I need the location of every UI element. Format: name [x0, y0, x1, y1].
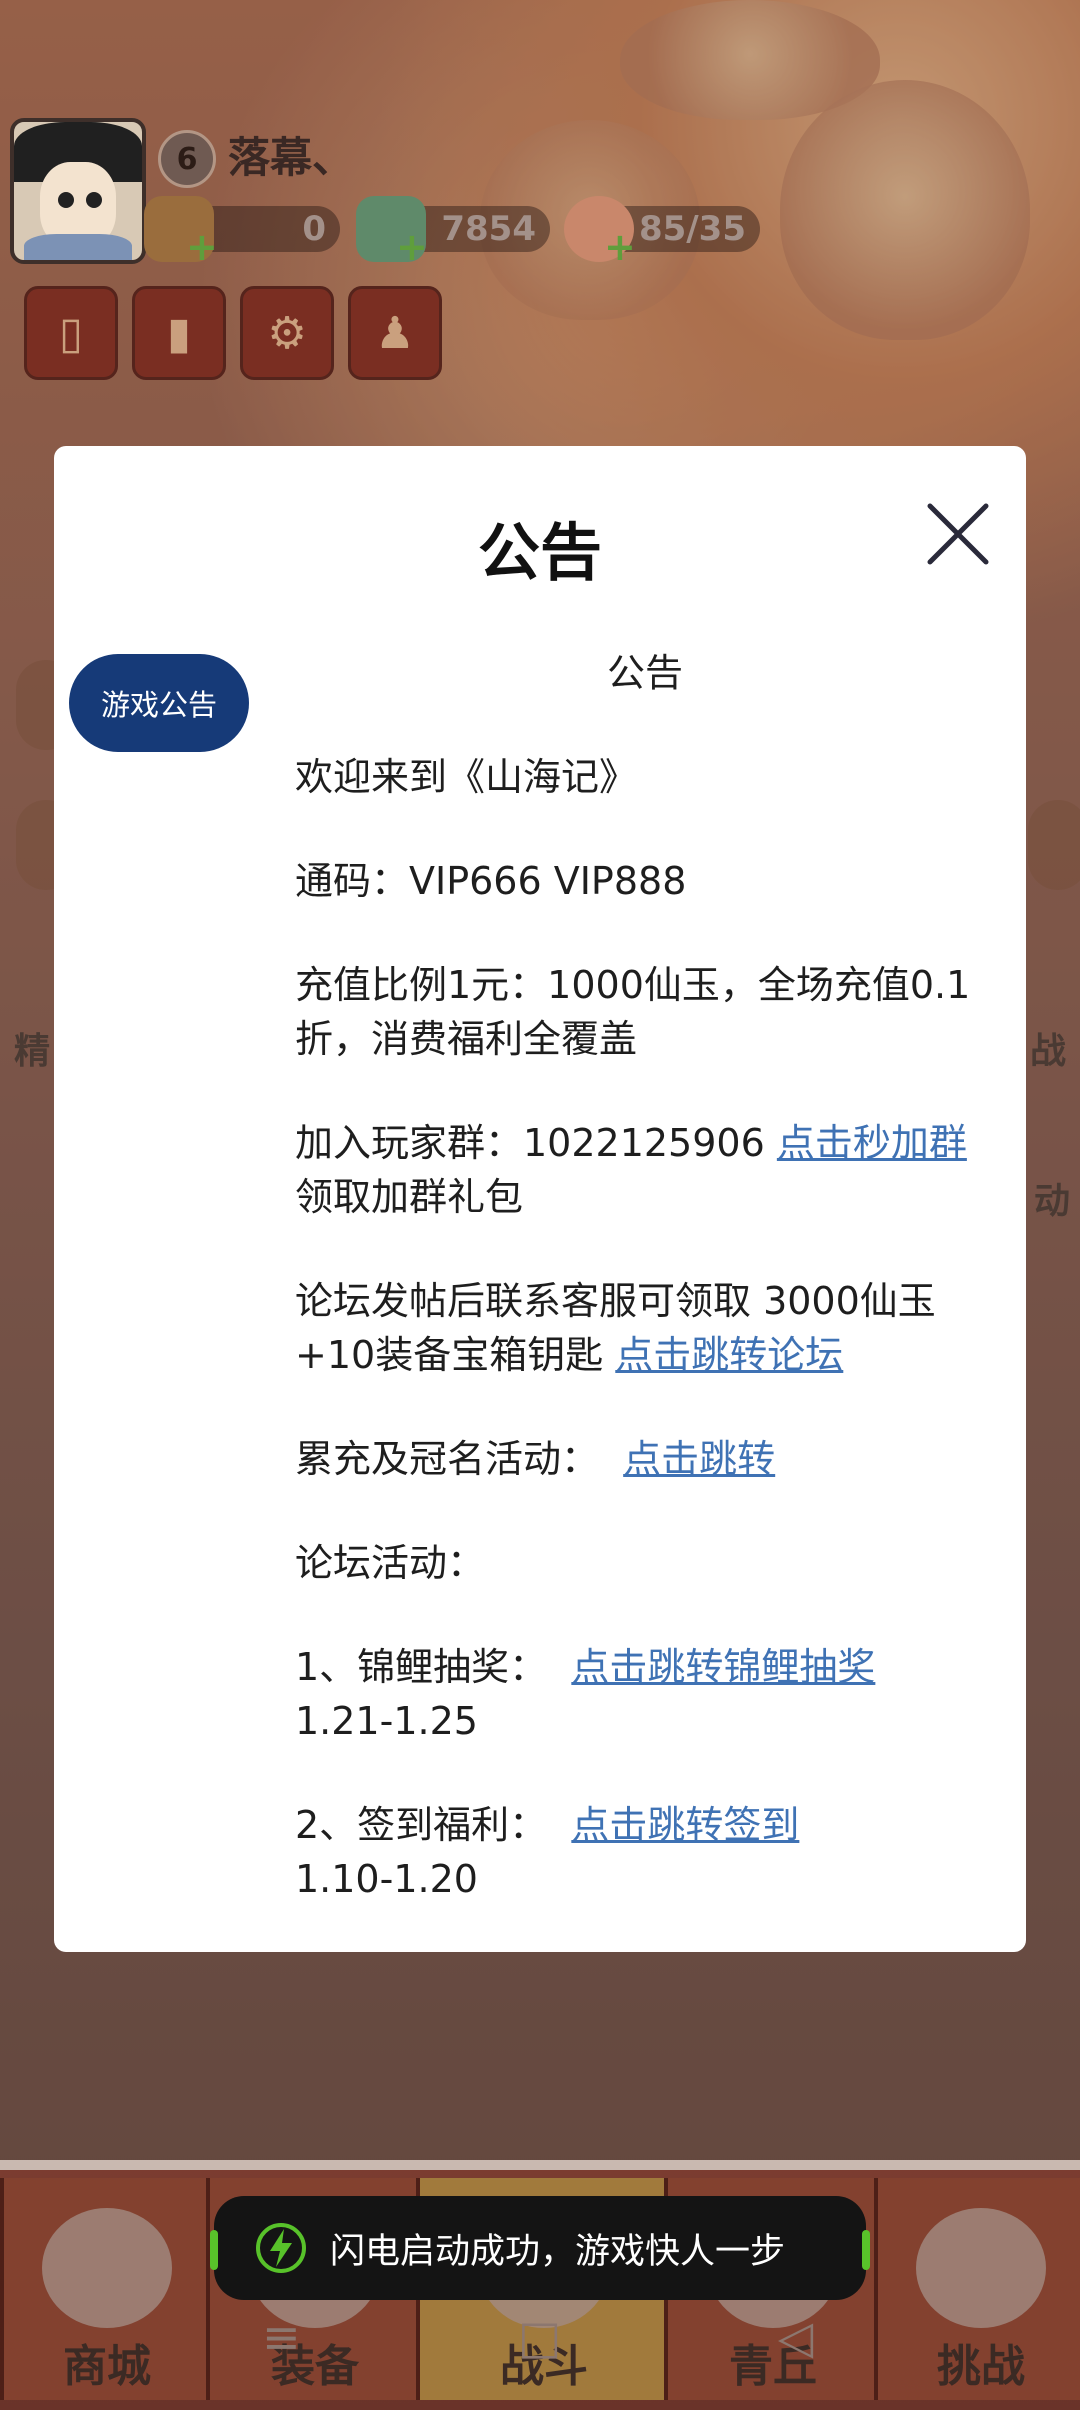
settings-button[interactable]: ⚙ — [240, 286, 334, 380]
event2-text: 2、签到福利： — [295, 1803, 572, 1847]
close-button[interactable] — [926, 502, 990, 566]
home-nav-icon[interactable]: □ — [518, 2310, 561, 2364]
forum-link[interactable]: 点击跳转论坛 — [615, 1333, 843, 1377]
forum-events-heading: 论坛活动： — [295, 1541, 486, 1585]
event1-dates: 1.21-1.25 — [295, 1699, 478, 1743]
ranking-button[interactable]: ▮ — [132, 286, 226, 380]
tab-shop[interactable]: 商城 — [0, 2178, 214, 2400]
side-event-icon[interactable] — [1028, 800, 1080, 890]
side-label[interactable]: 动 — [1034, 1172, 1070, 1224]
back-nav-icon[interactable]: ◁ — [778, 2310, 813, 2364]
forum-paragraph: 论坛发帖后联系客服可领取 3000仙玉+10装备宝箱钥匙 点击跳转论坛 — [295, 1274, 995, 1382]
recharge-text: 充值比例1元：1000仙玉，全场充值0.1折，消费福利全覆盖 — [295, 963, 971, 1061]
toast-text: 闪电启动成功，游戏快人一步 — [330, 2231, 786, 2272]
friends-button[interactable]: ♟ — [348, 286, 442, 380]
toast-accent — [210, 2230, 218, 2270]
tab-label: 挑战 — [937, 2341, 1025, 2392]
tab-label: 青丘 — [729, 2341, 817, 2392]
cumulative-link[interactable]: 点击跳转 — [623, 1437, 775, 1481]
side-label[interactable]: 战 — [1030, 1022, 1066, 1074]
group-gift-text: 领取加群礼包 — [295, 1175, 524, 1219]
event2-paragraph: 2、签到福利： 点击跳转签到 1.10-1.20 — [295, 1798, 995, 1906]
side-label[interactable]: 精 — [14, 1022, 50, 1074]
announcement-dialog: 公告 游戏公告 公告 欢迎来到《山海记》 通码：VIP666 VIP888 充值… — [54, 446, 1026, 1952]
checkin-link[interactable]: 点击跳转签到 — [571, 1803, 799, 1847]
toast-accent — [862, 2230, 870, 2270]
ranking-icon: ▮ — [166, 307, 192, 359]
event1-text: 1、锦鲤抽奖： — [295, 1645, 572, 1689]
plus-icon[interactable]: + — [604, 228, 636, 266]
tab-label: 装备 — [271, 2341, 359, 2392]
announcement-content: 公告 欢迎来到《山海记》 通码：VIP666 VIP888 充值比例1元：100… — [295, 646, 995, 1906]
join-group-link[interactable]: 点击秒加群 — [777, 1121, 967, 1165]
welcome-text: 欢迎来到《山海记》 — [295, 755, 638, 799]
plus-icon[interactable]: + — [186, 228, 218, 266]
event1-paragraph: 1、锦鲤抽奖： 点击跳转锦鲤抽奖 1.21-1.25 — [295, 1640, 995, 1748]
boost-toast: 闪电启动成功，游戏快人一步 — [210, 2196, 870, 2300]
settings-gear-icon: ⚙ — [267, 307, 307, 359]
tab-game-announcement[interactable]: 游戏公告 — [69, 654, 249, 752]
challenge-icon — [916, 2208, 1046, 2328]
shop-icon — [42, 2208, 172, 2328]
close-icon — [927, 503, 989, 565]
cumulative-text: 累充及冠名活动： — [295, 1437, 624, 1481]
player-name: 落幕、 — [228, 133, 355, 182]
lightning-icon — [256, 2223, 306, 2273]
event2-dates: 1.10-1.20 — [295, 1857, 478, 1901]
cumulative-paragraph: 累充及冠名活动： 点击跳转 — [295, 1432, 995, 1486]
card-icon: ▯ — [58, 307, 84, 359]
plus-icon[interactable]: + — [396, 228, 428, 266]
tab-label: 商城 — [63, 2341, 151, 2392]
content-heading: 公告 — [606, 651, 683, 695]
dialog-title: 公告 — [477, 516, 602, 589]
friends-icon: ♟ — [375, 307, 415, 359]
tab-challenge[interactable]: 挑战 — [874, 2178, 1080, 2400]
group-paragraph: 加入玩家群：1022125906 点击秒加群 领取加群礼包 — [295, 1116, 995, 1224]
group-text: 加入玩家群：1022125906 — [295, 1121, 777, 1165]
card-button[interactable]: ▯ — [24, 286, 118, 380]
level-badge: 6 — [158, 130, 216, 188]
codes-text: 通码：VIP666 VIP888 — [295, 859, 687, 903]
menu-nav-icon[interactable]: ≡ — [262, 2310, 301, 2364]
player-avatar[interactable] — [10, 118, 146, 264]
koi-lottery-link[interactable]: 点击跳转锦鲤抽奖 — [571, 1645, 875, 1689]
